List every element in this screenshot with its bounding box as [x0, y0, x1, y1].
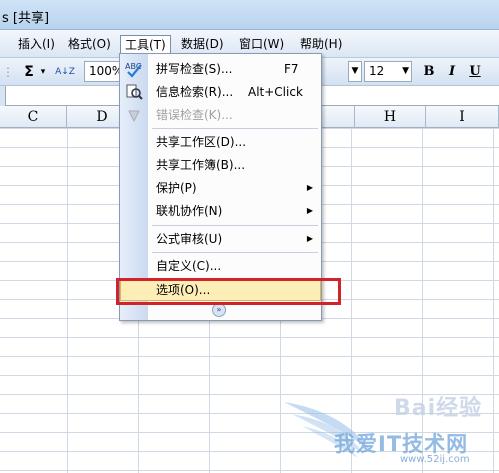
menu-item-label: 拼写检查(S)... [156, 62, 233, 76]
menu-item-spell-check[interactable]: ABC 拼写检查(S)... F7 [120, 58, 321, 80]
submenu-arrow-icon: ▶ [306, 206, 313, 215]
font-name-dropdown-icon[interactable]: ▼ [348, 61, 362, 82]
menu-separator [152, 128, 318, 129]
menu-item-online-collaboration[interactable]: 联机协作(N) ▶ [120, 200, 321, 222]
menu-item-label: 公式审核(U) [156, 232, 223, 246]
menu-item-label: 信息检索(R)... [156, 85, 234, 99]
bold-button[interactable]: B [420, 63, 438, 81]
menu-item-error-check: 错误检查(K)... [120, 104, 321, 126]
menu-item-label: 共享工作区(D)... [156, 135, 247, 149]
submenu-arrow-icon: ▶ [306, 183, 313, 192]
italic-button[interactable]: I [443, 63, 461, 81]
menu-item-shared-workspace[interactable]: 共享工作区(D)... [120, 131, 321, 153]
menu-insert[interactable]: 插入(I) [14, 35, 59, 55]
watermark-brand: Bai经验 [394, 396, 483, 421]
toolbar-handle[interactable]: ⋮ [2, 62, 14, 82]
submenu-arrow-icon: ▶ [306, 234, 313, 243]
expand-menu-icon[interactable]: » [212, 303, 226, 317]
menu-window[interactable]: 窗口(W) [235, 35, 288, 55]
column-header-h[interactable]: H [355, 106, 426, 128]
spell-check-icon: ABC [124, 60, 144, 78]
research-icon [124, 83, 144, 101]
error-check-icon [124, 106, 144, 124]
menu-tools[interactable]: 工具(T) [120, 35, 171, 55]
menu-separator [152, 252, 318, 253]
menu-item-shortcut: F7 [284, 62, 299, 76]
font-size-combo[interactable]: 12 ▼ [364, 61, 412, 82]
highlight-annotation-box [116, 278, 341, 305]
menu-format[interactable]: 格式(O) [64, 35, 115, 55]
menu-item-protection[interactable]: 保护(P) ▶ [120, 177, 321, 199]
watermark-url: www.52ij.com [400, 454, 470, 465]
autosum-dropdown-icon[interactable]: ▾ [38, 62, 48, 82]
menu-item-share-workbook[interactable]: 共享工作簿(B)... [120, 154, 321, 176]
column-header-c[interactable]: C [0, 106, 67, 128]
column-header-i[interactable]: I [426, 106, 499, 128]
font-size-value: 12 [369, 64, 385, 78]
menu-item-shortcut: Alt+Click [248, 85, 303, 99]
menu-item-customize[interactable]: 自定义(C)... [120, 255, 321, 277]
sort-ascending-icon[interactable]: A↓Z [52, 62, 78, 82]
menu-separator [152, 225, 318, 226]
menu-item-label: 联机协作(N) [156, 204, 223, 218]
menu-item-research[interactable]: 信息检索(R)... Alt+Click [120, 81, 321, 103]
name-box[interactable] [0, 86, 6, 106]
menu-item-label: 自定义(C)... [156, 259, 222, 273]
menu-help[interactable]: 帮助(H) [296, 35, 346, 55]
menu-item-formula-auditing[interactable]: 公式审核(U) ▶ [120, 228, 321, 250]
autosum-icon[interactable]: Σ [22, 62, 36, 82]
window-title: s [共享] [2, 11, 50, 26]
chevron-down-icon: ▼ [402, 66, 409, 76]
menu-data[interactable]: 数据(D) [177, 35, 228, 55]
menu-item-label: 共享工作簿(B)... [156, 158, 246, 172]
menu-item-label: 保护(P) [156, 181, 197, 195]
title-bar: s [共享] [0, 0, 499, 30]
underline-button[interactable]: U [466, 63, 484, 81]
menu-item-label: 错误检查(K)... [156, 108, 233, 122]
watermark: Bai经验 我爱IT技术网 www.52ij.com [282, 388, 497, 472]
